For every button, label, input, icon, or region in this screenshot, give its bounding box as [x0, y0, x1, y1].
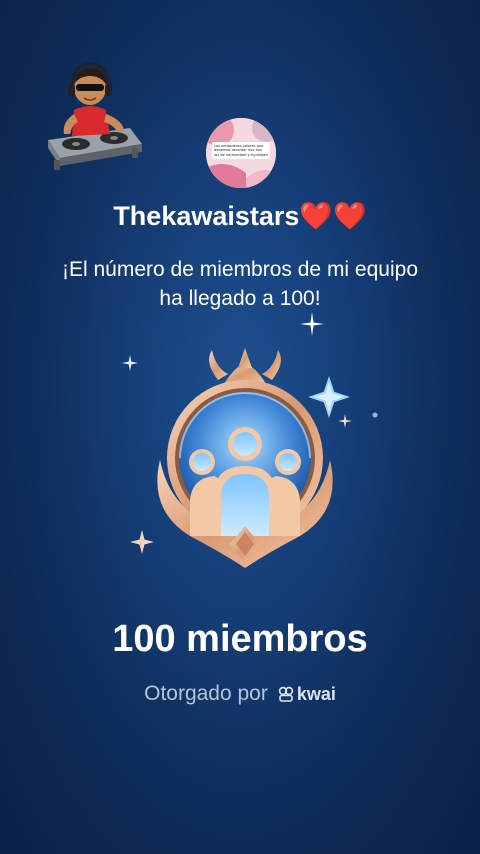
- username-text: Thekawaistars: [113, 201, 300, 231]
- sparkle-icon: [372, 412, 378, 418]
- avatar[interactable]: Los verdaderos valores que debemos recor…: [206, 118, 276, 188]
- username: Thekawaistars❤️❤️: [0, 200, 480, 232]
- awarded-by-row: Otorgado por kwai: [0, 682, 480, 706]
- kwai-logo-icon: [278, 686, 294, 702]
- kwai-logo[interactable]: kwai: [278, 684, 336, 705]
- avatar-caption: Los verdaderos valores que debemos recor…: [212, 142, 270, 160]
- members-badge-icon: [157, 348, 333, 568]
- milestone-message: ¡El número de miembros de mi equipo ha l…: [62, 258, 418, 310]
- sparkle-icon: [300, 312, 324, 336]
- dj-sticker-icon: [48, 62, 142, 170]
- badge-title: 100 miembros: [112, 618, 368, 660]
- awarded-by-label: Otorgado por: [144, 682, 268, 705]
- heart-emoji: ❤️❤️: [299, 201, 367, 231]
- kwai-brand-text: kwai: [296, 683, 336, 704]
